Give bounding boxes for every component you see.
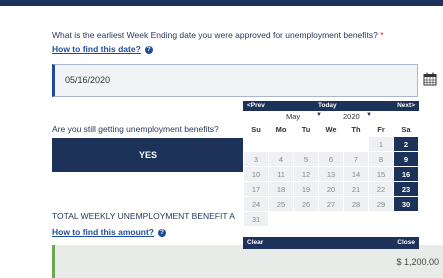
still-getting-benefits-question: Are you still getting unemployment benef… (52, 124, 219, 134)
calendar-day[interactable]: 26 (293, 196, 319, 212)
calendar-icon[interactable] (423, 72, 437, 86)
how-to-find-date-link[interactable]: How to find this date?? (52, 44, 153, 54)
calendar-day[interactable]: 18 (268, 181, 294, 197)
calendar-empty-cell (293, 136, 319, 152)
how-to-find-amount-label: How to find this amount? (52, 227, 154, 237)
datepicker-header: <Prev Today Next> (243, 101, 419, 111)
yes-button[interactable]: YES (52, 138, 244, 172)
calendar-empty-cell (343, 211, 369, 227)
calendar-day[interactable]: 3 (243, 151, 269, 167)
weekday-header: We (325, 124, 337, 134)
calendar-day[interactable]: 1 (368, 136, 394, 152)
datepicker-popup: <Prev Today Next> May ▼ 2020 ▼ Su Mo Tu … (243, 101, 419, 249)
calendar-week-row: 10 11 12 13 14 15 16 (243, 166, 419, 182)
calendar-week-row: 12 (243, 136, 419, 152)
date-input-value: 05/16/2020 (65, 75, 111, 85)
calendar-day[interactable]: 24 (243, 196, 269, 212)
weekday-header: Mo (275, 124, 287, 134)
week-ending-date-input[interactable]: 05/16/2020 (52, 64, 418, 97)
calendar-day[interactable]: 10 (243, 166, 269, 182)
year-select[interactable]: 2020 (343, 112, 360, 121)
calendar-day[interactable]: 13 (318, 166, 344, 182)
calendar-empty-cell (318, 211, 344, 227)
calendar-day[interactable]: 30 (393, 196, 419, 212)
weekday-header: Tu (301, 124, 311, 134)
calendar-week-row: 17 18 19 20 21 22 23 (243, 181, 419, 197)
calendar-day[interactable]: 14 (343, 166, 369, 182)
amount-value: $ 1,200.00 (396, 257, 439, 267)
how-to-find-date-label: How to find this date? (52, 44, 141, 54)
today-button[interactable]: Today (318, 101, 337, 111)
help-icon: ? (157, 229, 166, 237)
calendar-day[interactable]: 29 (368, 196, 394, 212)
weekday-header: Fr (377, 124, 385, 134)
calendar-day[interactable]: 16 (393, 166, 419, 182)
calendar-day[interactable]: 9 (393, 151, 419, 167)
calendar-day[interactable]: 17 (243, 181, 269, 197)
year-dropdown-icon[interactable]: ▼ (366, 112, 372, 118)
help-icon: ? (144, 46, 153, 54)
calendar-empty-cell (343, 136, 369, 152)
weekday-header: Su (251, 124, 261, 134)
calendar-day[interactable]: 8 (368, 151, 394, 167)
total-weekly-benefit-label: TOTAL WEEKLY UNEMPLOYMENT BENEFIT A (52, 211, 235, 221)
prev-month-button[interactable]: <Prev (247, 101, 265, 111)
calendar-day[interactable]: 28 (343, 196, 369, 212)
calendar-grid: Su Mo Tu We Th Fr Sa 1 2 3 4 5 6 7 8 9 10 11 12 13 14… (243, 122, 419, 227)
datepicker-panel: May ▼ 2020 ▼ Su Mo Tu We Th Fr Sa 123456… (243, 111, 419, 237)
close-button[interactable]: Close (397, 237, 415, 249)
month-dropdown-icon[interactable]: ▼ (316, 112, 322, 118)
calendar-empty-cell (318, 136, 344, 152)
calendar-day[interactable]: 20 (318, 181, 344, 197)
calendar-empty-cell (393, 211, 419, 227)
clear-button[interactable]: Clear (247, 237, 263, 249)
calendar-empty-cell (293, 211, 319, 227)
calendar-day[interactable]: 5 (293, 151, 319, 167)
datepicker-footer: Clear Close (243, 237, 419, 249)
calendar-day[interactable]: 2 (393, 136, 419, 152)
calendar-day[interactable]: 11 (268, 166, 294, 182)
calendar-week-row: 31 (243, 211, 419, 227)
calendar-day[interactable]: 19 (293, 181, 319, 197)
top-bar (0, 0, 443, 6)
calendar-day[interactable]: 12 (293, 166, 319, 182)
calendar-day[interactable]: 31 (243, 211, 269, 227)
weekday-header: Th (351, 124, 361, 134)
calendar-day[interactable]: 6 (318, 151, 344, 167)
weekly-benefit-amount-input[interactable]: $ 1,200.00 (52, 245, 443, 278)
calendar-empty-cell (368, 211, 394, 227)
week-ending-question-text: What is the earliest Week Ending date yo… (52, 30, 378, 40)
how-to-find-amount-link[interactable]: How to find this amount?? (52, 227, 166, 237)
calendar-day[interactable]: 22 (368, 181, 394, 197)
week-ending-question: What is the earliest Week Ending date yo… (52, 30, 384, 40)
month-select[interactable]: May (286, 112, 300, 121)
calendar-body: 1 2 3 4 5 6 7 8 9 10 11 12 13 14 15 16 17 18 19 20 21 22 23 24 2… (243, 136, 419, 227)
calendar-empty-cell (268, 136, 294, 152)
calendar-empty-cell (243, 136, 269, 152)
calendar-week-row: 3456789 (243, 151, 419, 167)
calendar-day[interactable]: 4 (268, 151, 294, 167)
next-month-button[interactable]: Next> (397, 101, 415, 111)
calendar-day[interactable]: 27 (318, 196, 344, 212)
calendar-day[interactable]: 7 (343, 151, 369, 167)
calendar-week-row: 24 25 26 27 28 29 30 (243, 196, 419, 212)
calendar-empty-cell (268, 211, 294, 227)
calendar-day[interactable]: 23 (393, 181, 419, 197)
calendar-day[interactable]: 21 (343, 181, 369, 197)
required-marker: * (380, 30, 384, 40)
calendar-day[interactable]: 15 (368, 166, 394, 182)
calendar-day[interactable]: 25 (268, 196, 294, 212)
weekday-header: Sa (401, 124, 411, 134)
